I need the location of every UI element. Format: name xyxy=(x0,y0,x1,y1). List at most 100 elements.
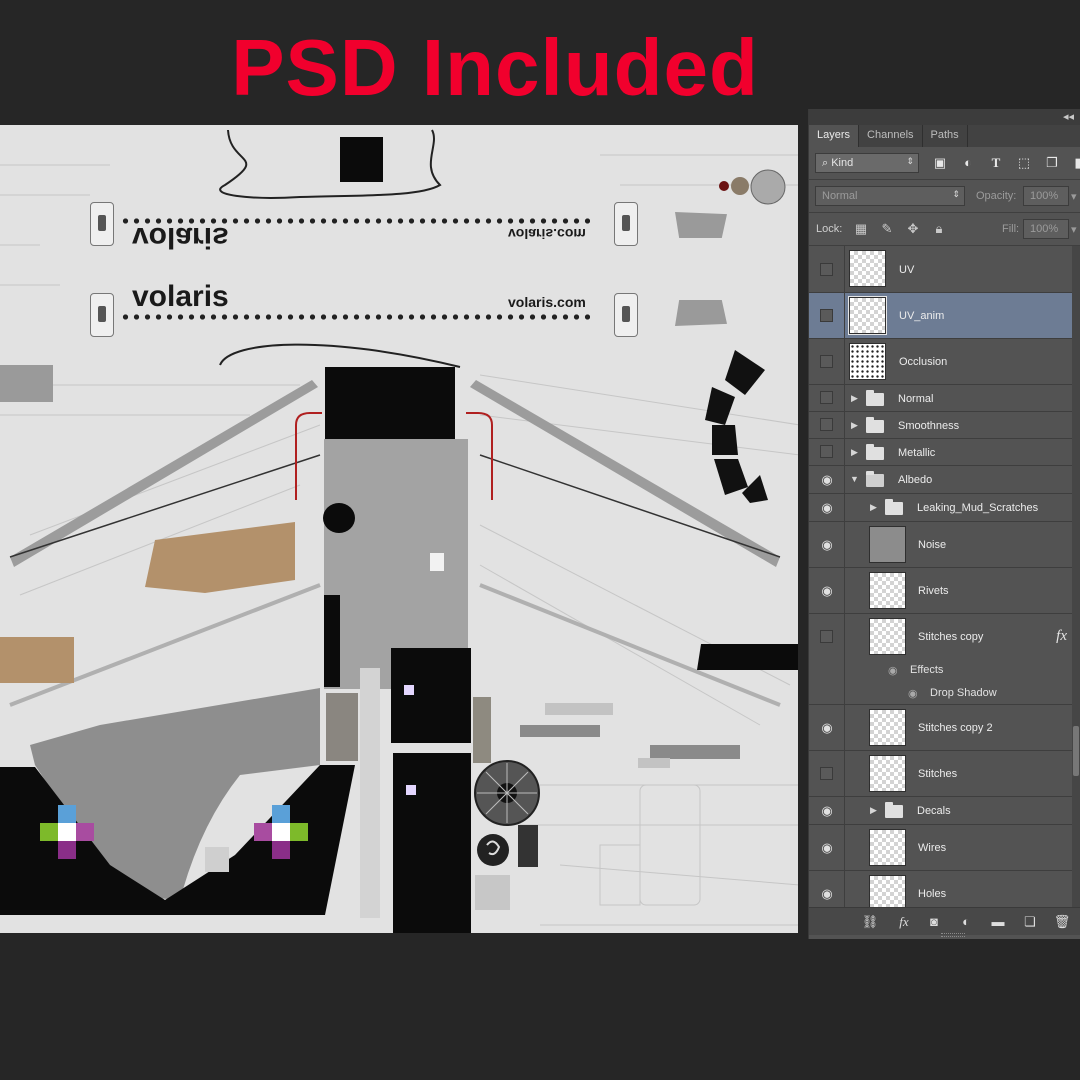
visibility-toggle[interactable] xyxy=(809,439,845,465)
eye-icon[interactable]: ◉ xyxy=(888,664,898,677)
visibility-toggle[interactable] xyxy=(809,246,845,292)
delete-layer-icon[interactable]: 🗑︎ xyxy=(1053,913,1071,931)
blend-mode-label: Normal xyxy=(822,190,858,202)
visibility-toggle[interactable] xyxy=(809,339,845,384)
layer-occlusion[interactable]: Occlusion xyxy=(809,339,1080,385)
color-pixel xyxy=(272,823,290,841)
adjustment-layer-icon[interactable]: ◐ xyxy=(957,913,975,931)
eye-icon[interactable]: ◉ xyxy=(908,687,918,700)
visibility-toggle[interactable]: ◉ xyxy=(809,568,845,613)
layers-panel: ◂◂ Layers Channels Paths ⌕ Kind ⇕ ▣ ◐ T … xyxy=(808,109,1080,939)
folder-icon xyxy=(885,802,903,818)
opacity-dropdown-icon[interactable]: ▾ xyxy=(1071,190,1077,203)
group-leaking-mud-scratches[interactable]: ◉ ▶ Leaking_Mud_Scratches xyxy=(809,494,1080,522)
layer-noise[interactable]: ◉ Noise xyxy=(809,522,1080,568)
type-filter-icon[interactable]: T xyxy=(987,154,1005,172)
chevron-right-icon[interactable]: ▶ xyxy=(870,502,877,513)
eye-icon: ◉ xyxy=(821,500,833,515)
kind-filter-select[interactable]: ⌕ Kind ⇕ xyxy=(815,153,919,173)
layer-name: Noise xyxy=(918,539,947,551)
effects-label[interactable]: Effects xyxy=(910,664,943,676)
fill-field[interactable]: 100% xyxy=(1023,219,1069,239)
visibility-toggle[interactable] xyxy=(809,385,845,411)
opacity-field[interactable]: 100% xyxy=(1023,186,1069,206)
layer-name: Albedo xyxy=(898,474,933,486)
layer-name: Stitches copy xyxy=(918,631,984,643)
link-layers-icon[interactable]: ⛓ xyxy=(861,913,879,931)
layer-rivets[interactable]: ◉ Rivets xyxy=(809,568,1080,614)
blend-mode-select[interactable]: Normal ⇕ xyxy=(815,186,965,206)
visibility-toggle[interactable]: ◉ xyxy=(809,705,845,750)
layer-uv[interactable]: UV xyxy=(809,246,1080,293)
tab-paths[interactable]: Paths xyxy=(923,125,968,147)
texture-block xyxy=(340,137,383,182)
visibility-toggle[interactable]: ◉ xyxy=(809,871,845,907)
lock-all-icon[interactable]: 🔒︎ xyxy=(931,221,947,237)
group-smoothness[interactable]: ▶ Smoothness xyxy=(809,412,1080,439)
layer-wires[interactable]: ◉ Wires xyxy=(809,825,1080,871)
layer-uv-anim[interactable]: UV_anim xyxy=(809,293,1080,339)
eye-icon: ◉ xyxy=(821,720,833,735)
layer-name: Stitches xyxy=(918,768,958,780)
tab-channels[interactable]: Channels xyxy=(859,125,923,147)
visibility-toggle[interactable]: ◉ xyxy=(809,494,845,521)
tab-layers[interactable]: Layers xyxy=(809,125,860,147)
texture-block xyxy=(393,753,471,933)
texture-block xyxy=(545,703,613,715)
visibility-toggle[interactable] xyxy=(809,293,845,338)
collapse-icon[interactable]: ◂◂ xyxy=(1063,110,1074,123)
texture-block xyxy=(430,553,444,571)
layers-scrollbar[interactable] xyxy=(1072,246,1080,907)
group-metallic[interactable]: ▶ Metallic xyxy=(809,439,1080,466)
layer-name: UV xyxy=(899,264,915,276)
eye-icon: ◉ xyxy=(821,537,833,552)
texture-block xyxy=(0,637,74,683)
layer-thumbnail xyxy=(869,829,906,866)
group-albedo[interactable]: ◉ ▼ Albedo xyxy=(809,466,1080,494)
new-layer-icon[interactable]: ❏ xyxy=(1021,913,1039,931)
group-decals[interactable]: ◉ ▶ Decals xyxy=(809,797,1080,825)
visibility-toggle[interactable] xyxy=(809,412,845,438)
layer-holes[interactable]: ◉ Holes xyxy=(809,871,1080,907)
layer-stitches-copy-2[interactable]: ◉ Stitches copy 2 xyxy=(809,705,1080,751)
resize-grip[interactable] xyxy=(941,933,965,937)
image-filter-icon[interactable]: ▣ xyxy=(931,154,949,172)
new-group-icon[interactable]: ▬ xyxy=(989,913,1007,931)
lock-pixels-icon[interactable]: ✎ xyxy=(879,221,895,237)
shape-filter-icon[interactable]: ⬚ xyxy=(1015,154,1033,172)
texture-block xyxy=(324,595,340,687)
layer-stitches-copy[interactable]: Stitches copy fx ◉ Effects ◉ Drop Shadow xyxy=(809,614,1080,705)
visibility-toggle[interactable]: ◉ xyxy=(809,522,845,567)
eye-icon: ◉ xyxy=(821,803,833,818)
adjustment-filter-icon[interactable]: ◐ xyxy=(959,154,977,172)
lock-position-icon[interactable]: ✥ xyxy=(905,221,921,237)
smart-object-filter-icon[interactable]: ❐ xyxy=(1043,154,1061,172)
folder-open-icon xyxy=(866,471,884,487)
visibility-toggle[interactable] xyxy=(809,614,845,704)
layer-name: UV_anim xyxy=(899,310,945,322)
chevron-right-icon[interactable]: ▶ xyxy=(851,447,858,458)
visibility-toggle[interactable]: ◉ xyxy=(809,825,845,870)
visibility-toggle[interactable]: ◉ xyxy=(809,466,845,493)
visibility-toggle[interactable] xyxy=(809,751,845,796)
visibility-toggle[interactable]: ◉ xyxy=(809,797,845,824)
lock-transparency-icon[interactable]: ▦ xyxy=(853,221,869,237)
chevron-down-icon[interactable]: ▼ xyxy=(850,474,859,484)
scrollbar-thumb[interactable] xyxy=(1073,726,1079,776)
add-mask-icon[interactable]: ◙ xyxy=(925,913,943,931)
layer-stitches[interactable]: Stitches xyxy=(809,751,1080,797)
layer-name: Normal xyxy=(898,393,934,405)
chevron-right-icon[interactable]: ▶ xyxy=(851,420,858,431)
chevron-right-icon[interactable]: ▶ xyxy=(851,393,858,404)
fill-dropdown-icon[interactable]: ▾ xyxy=(1071,223,1077,236)
add-style-icon[interactable]: fx xyxy=(895,913,913,931)
fx-icon[interactable]: fx xyxy=(1056,628,1067,645)
lock-label: Lock: xyxy=(816,223,843,235)
chevron-right-icon[interactable]: ▶ xyxy=(870,805,877,816)
livery-brand-mirrored: volaris xyxy=(132,221,229,254)
group-normal[interactable]: ▶ Normal xyxy=(809,385,1080,412)
filter-toggle-icon[interactable]: ▮ xyxy=(1069,154,1080,172)
drop-shadow-label[interactable]: Drop Shadow xyxy=(930,687,997,699)
texture-block xyxy=(0,365,53,402)
texture-block xyxy=(475,875,510,910)
